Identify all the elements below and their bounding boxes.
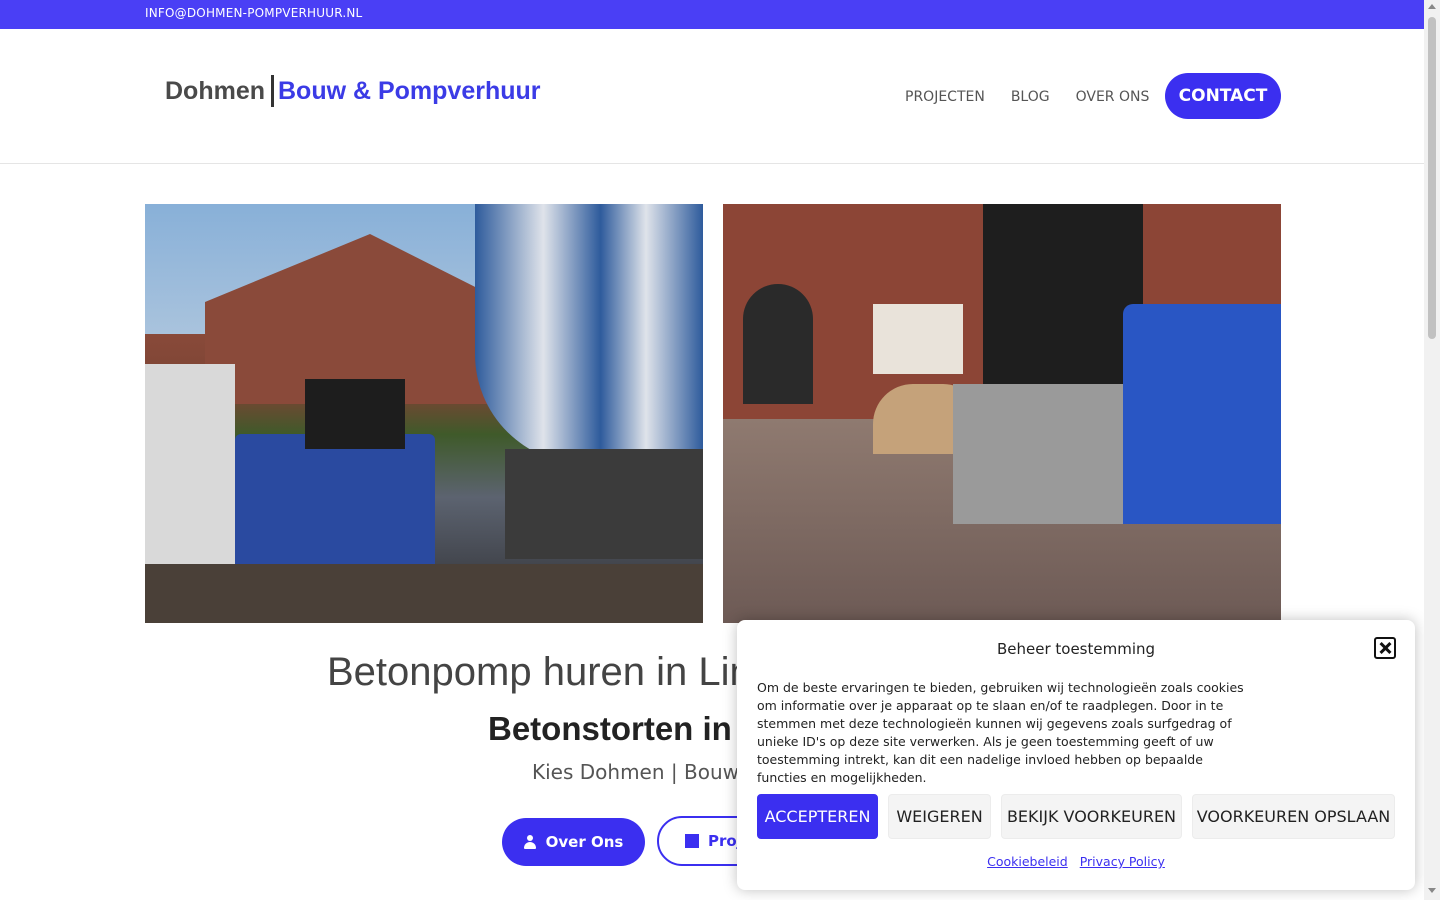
consent-links: Cookiebeleid Privacy Policy bbox=[737, 854, 1415, 869]
logo-text-dohmen: Dohmen bbox=[165, 76, 265, 105]
consent-message: Om de beste ervaringen te bieden, gebrui… bbox=[757, 680, 1244, 785]
photo-pump-body bbox=[1123, 304, 1281, 524]
over-ons-button[interactable]: Over Ons bbox=[502, 818, 645, 866]
accept-button[interactable]: ACCEPTEREN bbox=[757, 794, 878, 839]
photo-mixer-drum bbox=[475, 204, 703, 464]
over-ons-label: Over Ons bbox=[545, 833, 624, 851]
deny-button[interactable]: WEIGEREN bbox=[888, 794, 991, 839]
privacy-policy-link[interactable]: Privacy Policy bbox=[1080, 854, 1165, 869]
photo-van bbox=[145, 364, 235, 584]
logo-divider bbox=[271, 75, 274, 107]
view-preferences-button[interactable]: BEKIJK VOORKEUREN bbox=[1001, 794, 1182, 839]
logo-text-bouw: Bouw & Pompverhuur bbox=[278, 76, 541, 105]
photo-pump-lid-open bbox=[983, 204, 1143, 414]
photo-window bbox=[873, 304, 963, 374]
hero-tagline: Kies Dohmen | Bouw bbox=[532, 760, 739, 784]
email-link[interactable]: INFO@DOHMEN-POMPVERHUUR.NL bbox=[145, 6, 362, 20]
save-preferences-button[interactable]: VOORKEUREN OPSLAAN bbox=[1192, 794, 1395, 839]
top-bar: INFO@DOHMEN-POMPVERHUUR.NL bbox=[0, 0, 1424, 29]
site-logo[interactable]: Dohmen Bouw & Pompverhuur bbox=[165, 75, 541, 107]
hero-subtitle: Betonstorten in bbox=[488, 710, 732, 747]
contact-button[interactable]: CONTACT bbox=[1165, 73, 1281, 119]
hero-photo-concrete-truck bbox=[145, 204, 703, 623]
scrollbar-thumb[interactable] bbox=[1428, 17, 1436, 339]
nav-over-ons[interactable]: OVER ONS bbox=[1076, 89, 1150, 105]
hero-title: Betonpomp huren in Limb bbox=[327, 650, 786, 694]
close-icon[interactable] bbox=[1374, 637, 1396, 659]
cookie-consent-dialog: Beheer toestemming Om de beste ervaringe… bbox=[737, 620, 1415, 890]
nav-projecten[interactable]: PROJECTEN bbox=[905, 89, 985, 105]
photo-pump bbox=[235, 434, 435, 584]
photo-ground bbox=[145, 564, 703, 623]
page-scrollbar[interactable] bbox=[1424, 0, 1440, 900]
main-nav: PROJECTEN BLOG OVER ONS bbox=[905, 89, 1175, 105]
scroll-up-icon[interactable] bbox=[1428, 4, 1436, 9]
scroll-down-icon[interactable] bbox=[1428, 888, 1436, 893]
cookie-policy-link[interactable]: Cookiebeleid bbox=[987, 854, 1068, 869]
photo-pump-lid bbox=[305, 379, 405, 449]
hero-photo-pump-driveway bbox=[723, 204, 1281, 623]
photo-doorway bbox=[743, 284, 813, 404]
site-header: Dohmen Bouw & Pompverhuur PROJECTEN BLOG… bbox=[0, 29, 1424, 164]
user-icon bbox=[523, 835, 536, 849]
nav-blog[interactable]: BLOG bbox=[1011, 89, 1050, 105]
building-icon bbox=[685, 834, 699, 848]
photo-truck-tank bbox=[505, 449, 703, 559]
consent-title: Beheer toestemming bbox=[996, 640, 1156, 658]
